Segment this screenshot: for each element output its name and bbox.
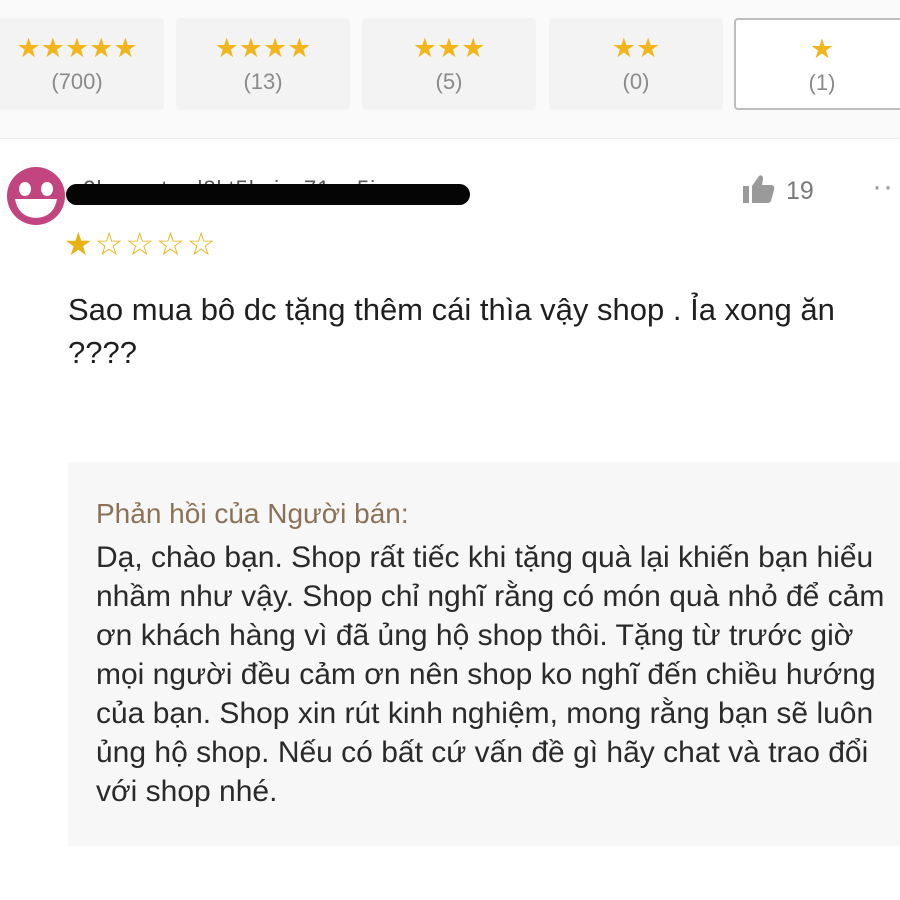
filter-count: (1) [808, 70, 836, 95]
seller-reply: Phản hồi của Người bán: Dạ, chào bạn. Sh… [68, 462, 900, 846]
review-text: Sao mua bô dc tặng thêm cái thìa vậy sho… [68, 292, 835, 370]
star-filled-icon: ★ [64, 226, 93, 262]
star-icons: ★★ [611, 33, 661, 63]
filter-count: (13) [243, 69, 283, 94]
filter-count: (5) [435, 69, 463, 94]
star-empty-icon: ☆ [156, 226, 185, 262]
like-count: 19 [786, 176, 814, 205]
star-empty-icon: ☆ [125, 226, 155, 262]
smiley-face-icon [5, 165, 67, 227]
filter-count: (700) [51, 69, 103, 94]
filter-2-stars[interactable]: ★★ (0) [549, 18, 723, 110]
review-rating: ★ ☆ ☆ ☆ ☆ [64, 226, 215, 262]
thumbs-up-icon [742, 174, 776, 209]
redaction-bar [66, 184, 470, 205]
star-icons: ★★★ [412, 33, 486, 63]
filter-3-stars[interactable]: ★★★ (5) [362, 18, 536, 110]
filter-count: (0) [622, 69, 650, 94]
star-empty-icon: ☆ [186, 226, 216, 262]
review-page: ★★★★★ (700) ★★★★ (13) ★★★ (5) ★★ (0) ★ (… [0, 0, 900, 900]
rating-filter-bar: ★★★★★ (700) ★★★★ (13) ★★★ (5) ★★ (0) ★ (… [0, 0, 900, 139]
star-icons: ★ [809, 34, 835, 64]
like-button[interactable]: 19 [742, 172, 814, 210]
filter-1-star[interactable]: ★ (1) [734, 18, 900, 110]
filter-4-stars[interactable]: ★★★★ (13) [176, 18, 350, 110]
seller-reply-title: Phản hồi của Người bán: [96, 498, 409, 529]
more-dots-icon[interactable]: ·· [872, 170, 894, 204]
reviewer-username: e2hqvoptrud8kt5kajvz71ae5i [66, 172, 474, 212]
star-icons: ★★★★★ [16, 33, 138, 63]
star-icons: ★★★★ [214, 33, 312, 63]
filter-5-stars[interactable]: ★★★★★ (700) [0, 18, 164, 110]
seller-reply-text: Dạ, chào bạn. Shop rất tiếc khi tặng quà… [96, 541, 885, 808]
star-empty-icon: ☆ [94, 226, 124, 262]
